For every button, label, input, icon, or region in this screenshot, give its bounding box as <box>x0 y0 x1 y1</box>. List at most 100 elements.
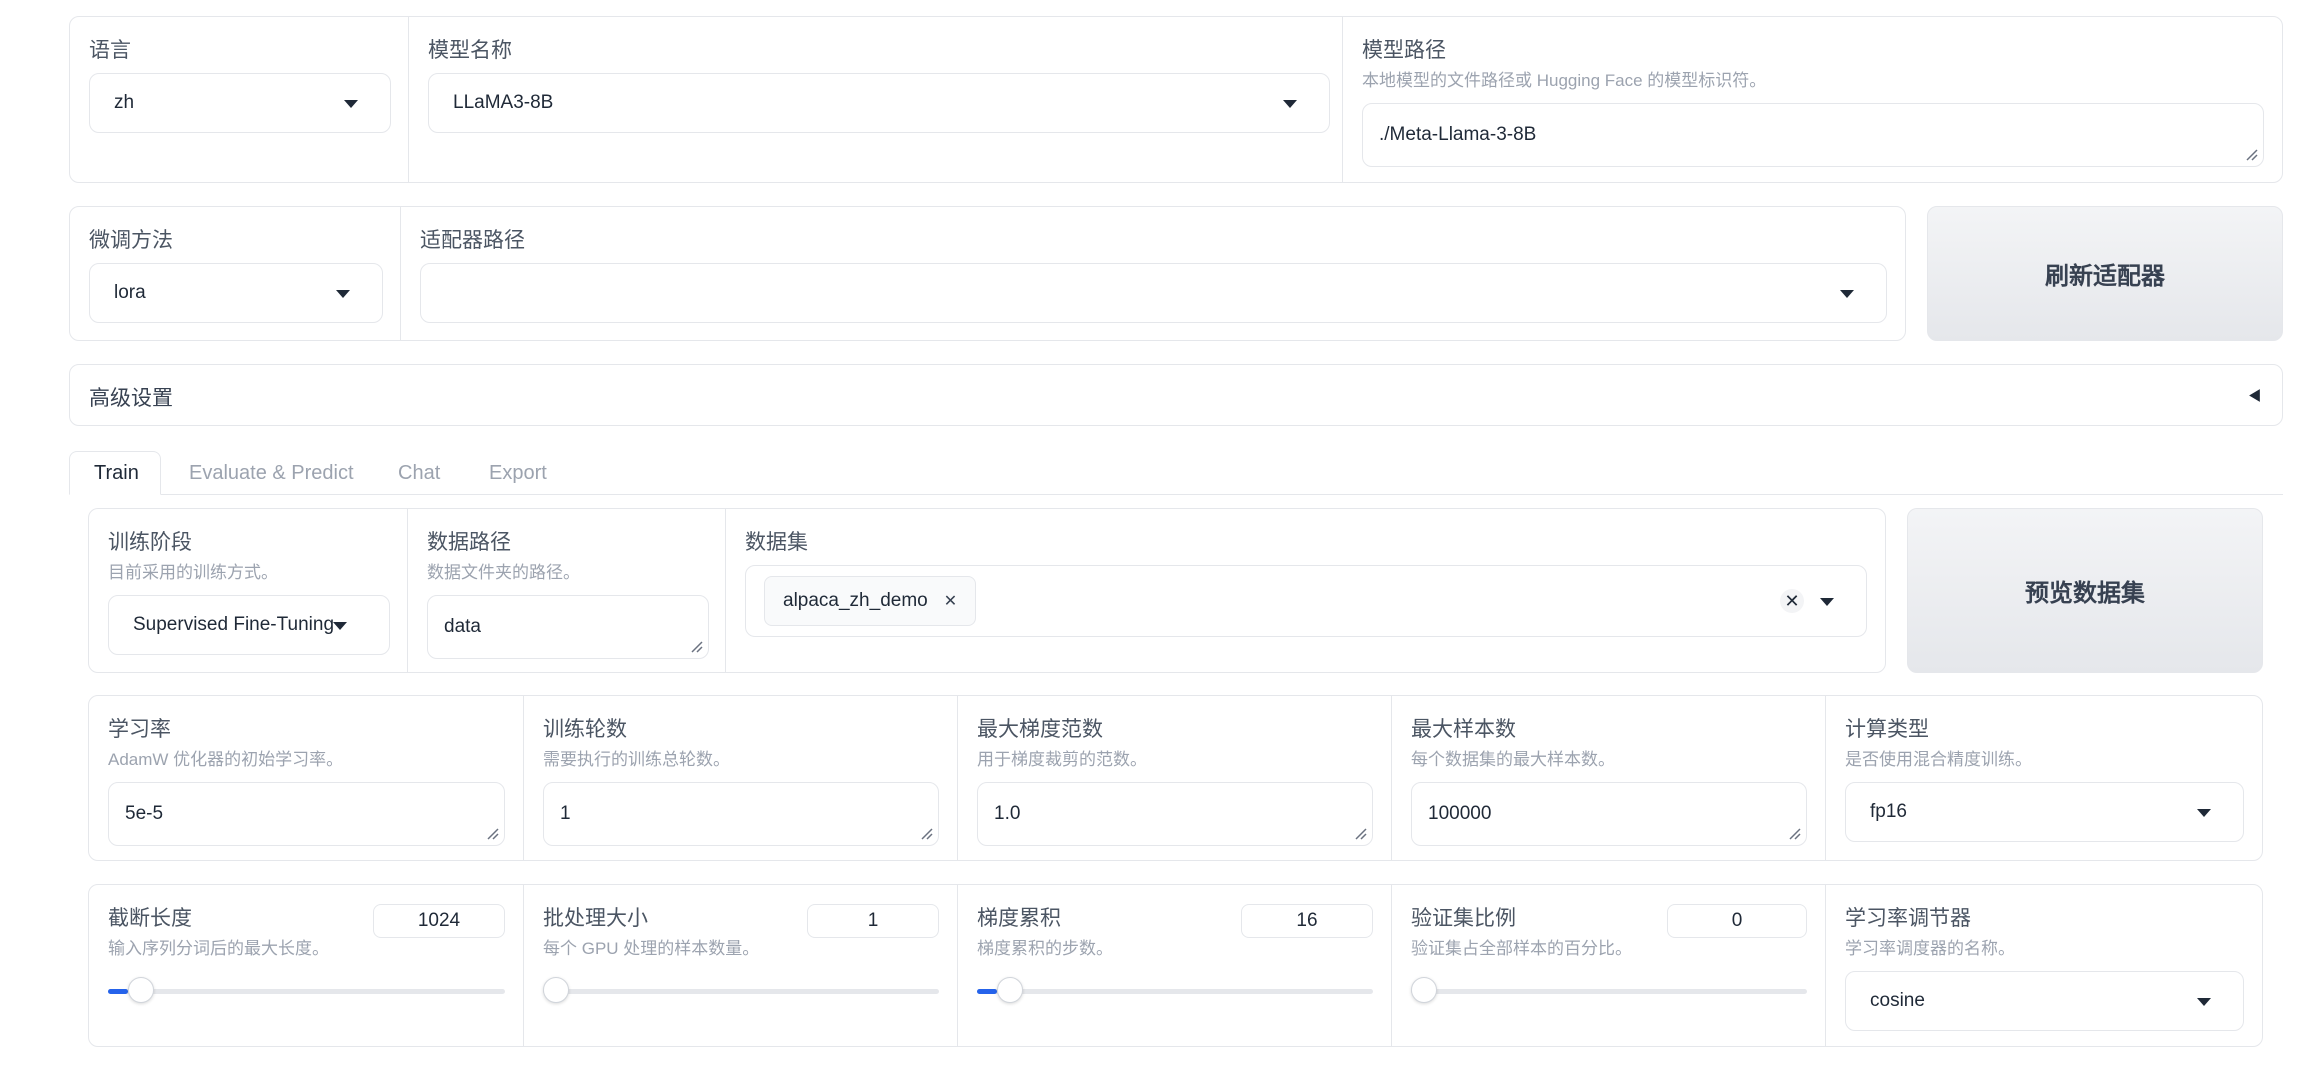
chevron-down-icon <box>1283 100 1297 108</box>
max-samples-value: 100000 <box>1428 803 1492 824</box>
grad-accum-number[interactable]: 16 <box>1241 904 1373 938</box>
model-name-label: 模型名称 <box>428 39 512 62</box>
dataset-tag-label: alpaca_zh_demo <box>783 590 928 611</box>
lr-scheduler-dropdown[interactable]: cosine <box>1845 971 2244 1031</box>
model-path-input[interactable]: ./Meta-Llama-3-8B <box>1362 103 2264 167</box>
lang-dropdown[interactable]: zh <box>89 73 391 133</box>
method-block: 微调方法 lora <box>70 207 400 340</box>
cutoff-len-number[interactable]: 1024 <box>373 904 505 938</box>
learning-rate-value: 5e-5 <box>125 803 164 824</box>
resize-grip-icon[interactable] <box>2244 147 2258 161</box>
grad-accum-label: 梯度累积 <box>977 907 1061 930</box>
method-label: 微调方法 <box>89 229 173 252</box>
resize-grip-icon[interactable] <box>485 826 499 840</box>
compute-type-label: 计算类型 <box>1845 718 1929 741</box>
tab-train[interactable]: Train <box>94 462 139 485</box>
refresh-adapter-button[interactable]: 刷新适配器 <box>1927 206 2283 341</box>
grad-accum-info: 梯度累积的步数。 <box>977 939 1113 958</box>
chevron-down-icon <box>2197 998 2211 1006</box>
lr-scheduler-label: 学习率调节器 <box>1845 907 1971 930</box>
chevron-down-icon <box>336 290 350 298</box>
max-samples-block: 最大样本数 每个数据集的最大样本数。 100000 <box>1391 696 1825 860</box>
dataset-multiselect[interactable]: alpaca_zh_demo ✕ ✕ <box>745 565 1867 637</box>
epochs-input[interactable]: 1 <box>543 782 939 846</box>
tab-export[interactable]: Export <box>489 462 547 485</box>
model-path-block: 模型路径 本地模型的文件路径或 Hugging Face 的模型标识符。 ./M… <box>1342 17 2282 182</box>
stage-dropdown[interactable]: Supervised Fine-Tuning <box>108 595 390 655</box>
stage-value: Supervised Fine-Tuning <box>133 614 335 635</box>
cutoff-len-block: 截断长度 输入序列分词后的最大长度。 1024 <box>89 885 523 1046</box>
batch-size-number[interactable]: 1 <box>807 904 939 938</box>
slider-handle[interactable] <box>1411 977 1437 1003</box>
cutoff-len-label: 截断长度 <box>108 907 192 930</box>
slider-fill <box>977 989 997 994</box>
cutoff-len-slider[interactable] <box>108 977 505 1003</box>
max-grad-norm-label: 最大梯度范数 <box>977 718 1103 741</box>
slider-handle[interactable] <box>127 977 154 1003</box>
slider-handle[interactable] <box>543 977 569 1003</box>
max-grad-norm-value: 1.0 <box>994 803 1021 824</box>
compute-type-block: 计算类型 是否使用混合精度训练。 fp16 <box>1825 696 2262 860</box>
learning-rate-block: 学习率 AdamW 优化器的初始学习率。 5e-5 <box>89 696 523 860</box>
advanced-settings-label: 高级设置 <box>89 387 173 410</box>
batch-size-slider[interactable] <box>543 977 939 1003</box>
chevron-down-icon[interactable] <box>1820 598 1834 606</box>
method-value: lora <box>114 282 146 303</box>
model-path-value: ./Meta-Llama-3-8B <box>1379 124 1537 145</box>
max-grad-norm-block: 最大梯度范数 用于梯度裁剪的范数。 1.0 <box>957 696 1391 860</box>
compute-type-value: fp16 <box>1870 801 1907 822</box>
lang-value: zh <box>114 92 135 113</box>
epochs-label: 训练轮数 <box>543 718 627 741</box>
compute-type-info: 是否使用混合精度训练。 <box>1845 750 2032 769</box>
resize-grip-icon[interactable] <box>1787 826 1801 840</box>
learning-rate-input[interactable]: 5e-5 <box>108 782 505 846</box>
val-size-label: 验证集比例 <box>1411 907 1516 930</box>
dataset-dir-input[interactable]: data <box>427 595 709 659</box>
batch-size-label: 批处理大小 <box>543 907 648 930</box>
max-samples-info: 每个数据集的最大样本数。 <box>1411 750 1615 769</box>
resize-grip-icon[interactable] <box>1353 826 1367 840</box>
model-name-block: 模型名称 LLaMA3-8B <box>408 17 1342 182</box>
max-samples-input[interactable]: 100000 <box>1411 782 1807 846</box>
train-params-panel: 学习率 AdamW 优化器的初始学习率。 5e-5 训练轮数 需要执行的训练总轮… <box>88 695 2263 861</box>
max-grad-norm-input[interactable]: 1.0 <box>977 782 1373 846</box>
lr-scheduler-info: 学习率调度器的名称。 <box>1845 939 2015 958</box>
learning-rate-label: 学习率 <box>108 718 171 741</box>
val-size-block: 验证集比例 验证集占全部样本的百分比。 0 <box>1391 885 1825 1046</box>
dataset-dir-value: data <box>444 616 481 637</box>
tab-evaluate-predict[interactable]: Evaluate & Predict <box>189 462 354 485</box>
resize-grip-icon[interactable] <box>919 826 933 840</box>
adapter-label: 适配器路径 <box>420 229 525 252</box>
val-size-slider[interactable] <box>1411 977 1807 1003</box>
preview-dataset-button[interactable]: 预览数据集 <box>1907 508 2263 673</box>
val-size-number[interactable]: 0 <box>1667 904 1807 938</box>
epochs-info: 需要执行的训练总轮数。 <box>543 750 730 769</box>
adapter-dropdown[interactable] <box>420 263 1887 323</box>
remove-tag-icon[interactable]: ✕ <box>944 591 957 611</box>
model-settings-panel: 语言 zh 模型名称 LLaMA3-8B 模型路径 本地模型的文件路径或 Hug… <box>69 16 2283 183</box>
chevron-down-icon <box>1840 290 1854 298</box>
tab-chat[interactable]: Chat <box>398 462 440 485</box>
cutoff-len-info: 输入序列分词后的最大长度。 <box>108 939 329 958</box>
collapse-triangle-icon[interactable] <box>2247 388 2262 403</box>
batch-size-block: 批处理大小 每个 GPU 处理的样本数量。 1 <box>523 885 957 1046</box>
model-name-dropdown[interactable]: LLaMA3-8B <box>428 73 1330 133</box>
clear-all-icon[interactable]: ✕ <box>1780 589 1804 613</box>
val-size-info: 验证集占全部样本的百分比。 <box>1411 939 1632 958</box>
grad-accum-slider[interactable] <box>977 977 1373 1003</box>
chevron-down-icon <box>344 100 358 108</box>
advanced-settings-accordion[interactable]: 高级设置 <box>69 364 2283 426</box>
stage-label: 训练阶段 <box>108 531 192 554</box>
grad-accum-block: 梯度累积 梯度累积的步数。 16 <box>957 885 1391 1046</box>
slider-handle[interactable] <box>996 977 1023 1003</box>
compute-type-dropdown[interactable]: fp16 <box>1845 782 2244 842</box>
finetune-panel: 微调方法 lora 适配器路径 <box>69 206 1906 341</box>
lang-block: 语言 zh <box>70 17 408 182</box>
lr-scheduler-block: 学习率调节器 学习率调度器的名称。 cosine <box>1825 885 2262 1046</box>
model-path-label: 模型路径 <box>1362 39 1446 62</box>
train-sliders-panel: 截断长度 输入序列分词后的最大长度。 1024 批处理大小 每个 GPU 处理的… <box>88 884 2263 1047</box>
resize-grip-icon[interactable] <box>689 639 703 653</box>
dataset-label: 数据集 <box>745 531 808 554</box>
max-samples-label: 最大样本数 <box>1411 718 1516 741</box>
method-dropdown[interactable]: lora <box>89 263 383 323</box>
